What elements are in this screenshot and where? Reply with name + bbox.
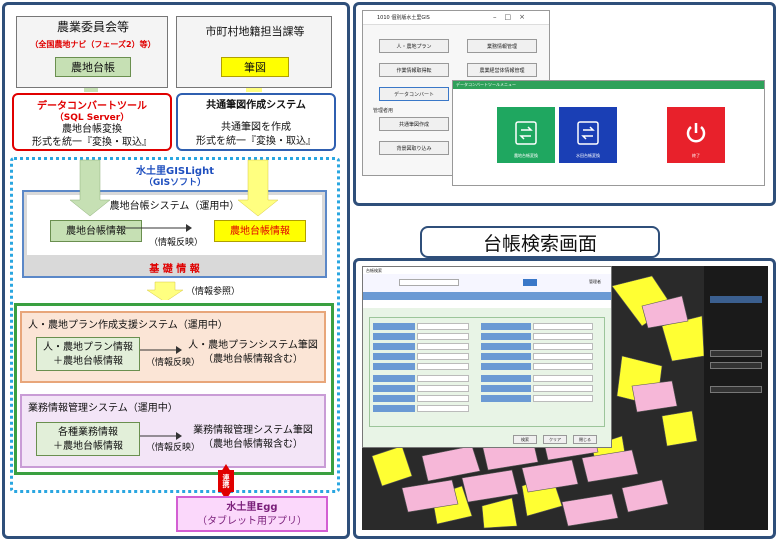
power-icon — [686, 123, 706, 143]
egg-title: 水土里Egg — [226, 502, 278, 513]
search-form-right — [481, 323, 601, 423]
tile-exit-label: 終了 — [692, 153, 700, 158]
menu-button-business[interactable]: 業務情報管理 — [467, 39, 537, 53]
menu-button-plan[interactable]: 人・農地プラン — [379, 39, 449, 53]
window-controls[interactable]: –□× — [493, 13, 533, 21]
menu-window-title: 1010 個別版水土里GIS — [377, 15, 430, 21]
map-tool-panel — [704, 266, 768, 530]
converter-menu-window: データコンバートツールメニュー 農地台帳変換 水田台帳変換 終了 — [452, 80, 765, 186]
tile-farmland-convert[interactable]: 農地台帳変換 — [497, 107, 555, 163]
menu-button-convert[interactable]: データコンバート — [379, 87, 449, 101]
search-button[interactable]: 検索 — [513, 435, 537, 444]
tile-paddy-convert[interactable]: 水田台帳変換 — [559, 107, 617, 163]
menu-button-background[interactable]: 背景図取り込み — [379, 141, 449, 155]
menu-button-shared-map[interactable]: 共通筆図作成 — [379, 117, 449, 131]
connector-arrows-systems — [140, 346, 231, 500]
egg-subtitle: （タブレット用アプリ） — [197, 516, 307, 527]
tile-exit[interactable]: 終了 — [667, 107, 725, 163]
search-form-left — [373, 323, 473, 423]
convert-icon — [515, 121, 537, 145]
clear-button[interactable]: クリア — [543, 435, 567, 444]
egg-box: 水土里Egg （タブレット用アプリ） — [176, 496, 328, 532]
menu-button-work-info[interactable]: 作業情報取得転 — [379, 63, 449, 77]
admin-label: 管理者用 — [373, 108, 394, 114]
tile-farmland-label: 農地台帳変換 — [514, 153, 538, 158]
search-screen-title: 台帳検索画面 — [420, 226, 660, 258]
tile-paddy-label: 水田台帳変換 — [576, 153, 600, 158]
converter-menu-title: データコンバートツールメニュー — [456, 82, 516, 87]
search-admin-label: 管理者 — [589, 279, 601, 284]
convert-icon — [577, 121, 599, 145]
close-button[interactable]: 閉じる — [573, 435, 597, 444]
search-form-window: 台帳検索 管理者 検索 クリア 閉じる — [362, 266, 612, 448]
link-label: 連携 — [218, 470, 234, 492]
menu-button-management[interactable]: 農業経営体情報管理 — [467, 63, 537, 77]
